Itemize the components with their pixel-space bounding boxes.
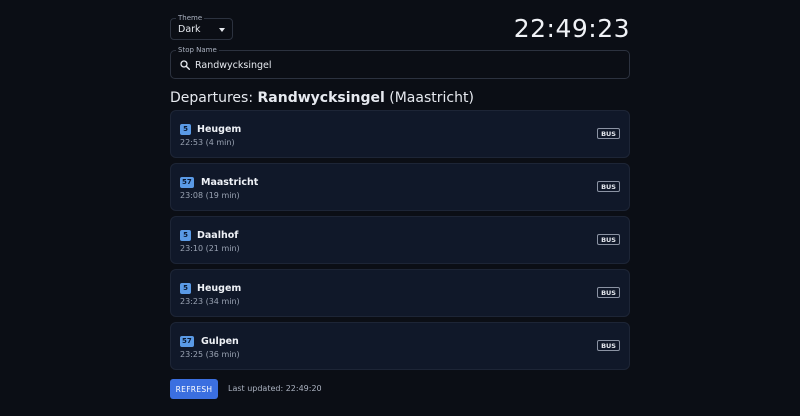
- line-badge: 5: [180, 124, 191, 135]
- departure-time: 23:25 (36 min): [180, 350, 240, 359]
- departure-row[interactable]: 5 Heugem 23:23 (34 min) BUS: [170, 269, 630, 317]
- transport-mode-badge: BUS: [597, 234, 620, 245]
- line-badge: 5: [180, 283, 191, 294]
- line-badge: 57: [180, 336, 194, 347]
- departure-row[interactable]: 5 Daalhof 23:10 (21 min) BUS: [170, 216, 630, 264]
- heading-city: (Maastricht): [384, 90, 474, 106]
- stop-name-label: Stop Name: [176, 45, 219, 55]
- last-updated-text: Last updated: 22:49:20: [228, 384, 322, 393]
- departure-destination: Gulpen: [201, 336, 239, 347]
- page-title: Departures: Randwycksingel (Maastricht): [170, 89, 474, 107]
- transport-mode-badge: BUS: [597, 181, 620, 192]
- departures-list: 5 Heugem 22:53 (4 min) BUS 57 Maastricht…: [170, 110, 630, 375]
- refresh-button[interactable]: REFRESH: [170, 379, 218, 399]
- departure-row[interactable]: 57 Gulpen 23:25 (36 min) BUS: [170, 322, 630, 370]
- departure-destination: Daalhof: [197, 230, 239, 241]
- departure-row[interactable]: 5 Heugem 22:53 (4 min) BUS: [170, 110, 630, 158]
- departure-destination: Maastricht: [201, 177, 259, 188]
- departure-destination: Heugem: [197, 283, 242, 294]
- theme-value: Dark: [178, 24, 201, 35]
- stop-name-input[interactable]: [195, 57, 615, 73]
- line-badge: 57: [180, 177, 194, 188]
- departure-time: 22:53 (4 min): [180, 138, 235, 147]
- transport-mode-badge: BUS: [597, 340, 620, 351]
- stop-name-field[interactable]: Stop Name: [170, 45, 630, 79]
- departure-time: 23:10 (21 min): [180, 244, 240, 253]
- departure-row[interactable]: 57 Maastricht 23:08 (19 min) BUS: [170, 163, 630, 211]
- departure-destination: Heugem: [197, 124, 242, 135]
- heading-stop: Randwycksingel: [257, 90, 385, 106]
- departure-time: 23:08 (19 min): [180, 191, 240, 200]
- theme-label: Theme: [176, 13, 205, 23]
- transport-mode-badge: BUS: [597, 287, 620, 298]
- departure-time: 23:23 (34 min): [180, 297, 240, 306]
- line-badge: 5: [180, 230, 191, 241]
- transport-mode-badge: BUS: [597, 128, 620, 139]
- theme-select[interactable]: Theme Dark: [170, 13, 233, 40]
- search-icon: [180, 60, 190, 70]
- heading-prefix: Departures:: [170, 90, 258, 106]
- chevron-down-icon: [219, 28, 225, 32]
- clock: 22:49:23: [513, 14, 630, 43]
